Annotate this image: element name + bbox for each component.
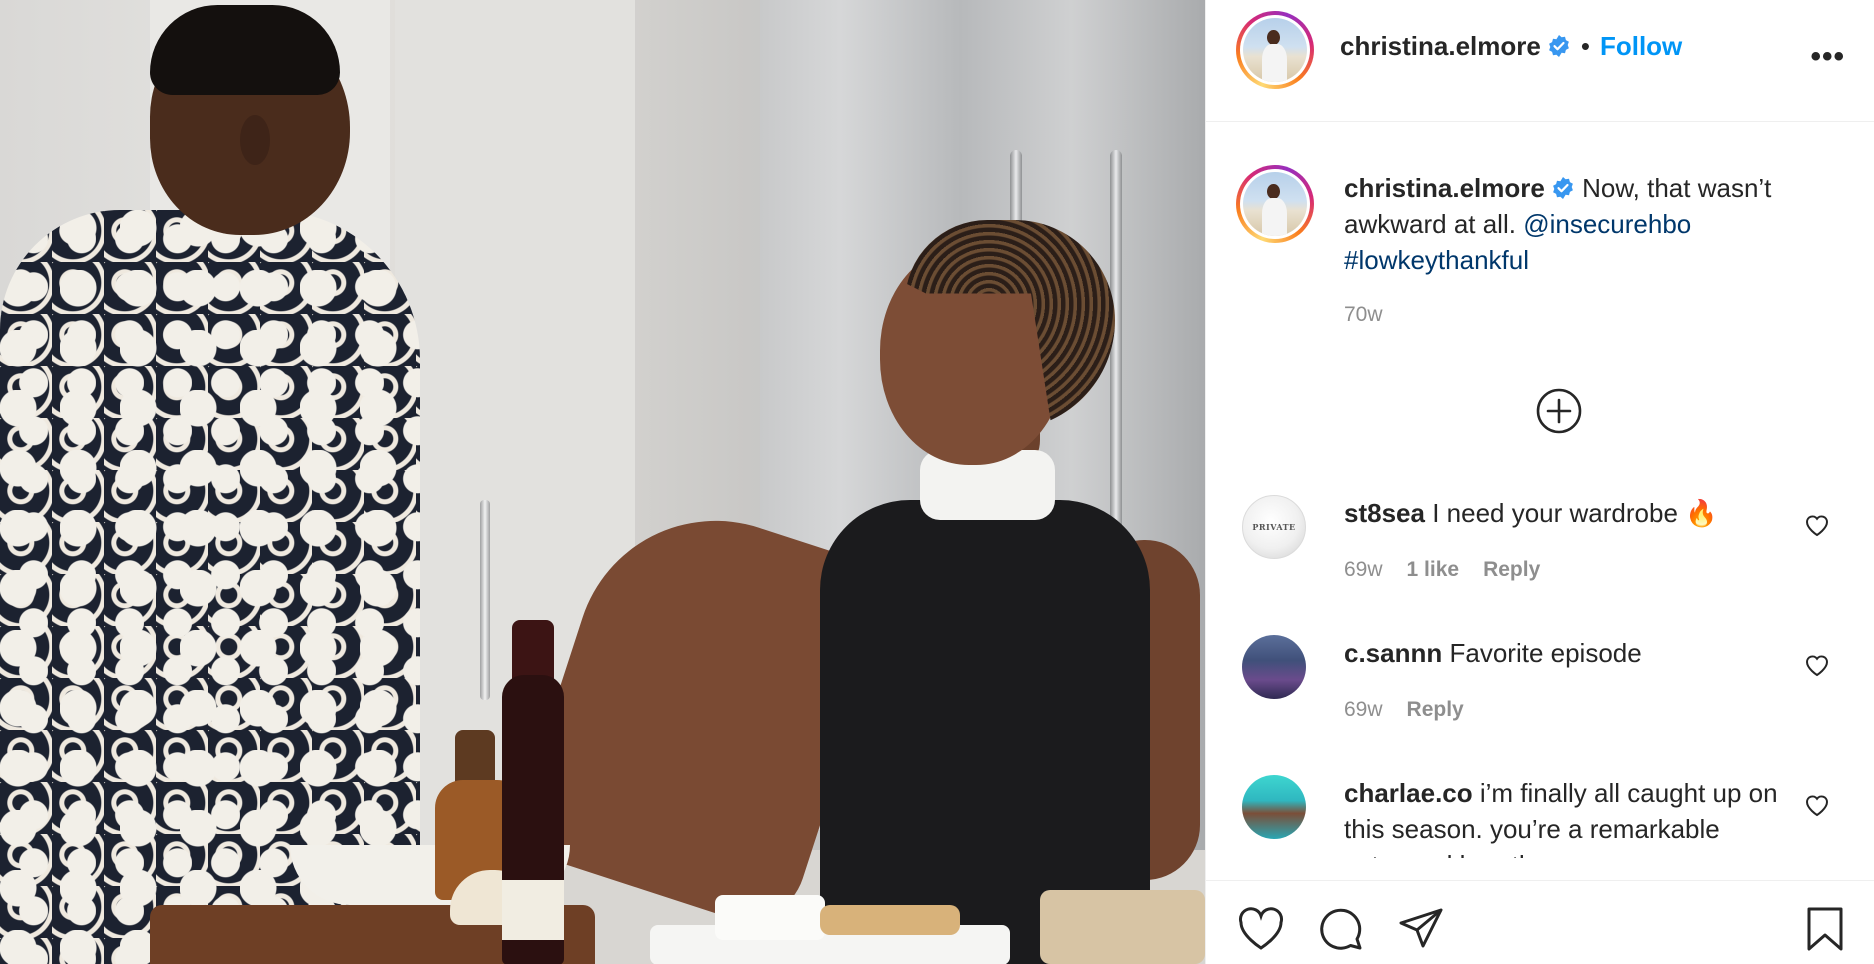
- post-action-bar: [1206, 880, 1874, 964]
- bread-basket: [1040, 890, 1205, 964]
- instagram-post: christina.elmore • Follow ••• christina.el…: [0, 0, 1874, 964]
- author-avatar[interactable]: [1236, 11, 1314, 89]
- commenter-username[interactable]: c.sannn: [1344, 638, 1442, 668]
- comment-heart-icon[interactable]: [1804, 513, 1830, 537]
- caption-mention-link[interactable]: @insecurehbo: [1523, 209, 1691, 239]
- header-separator: •: [1580, 31, 1590, 61]
- bookmark-icon[interactable]: [1800, 905, 1850, 953]
- comment-reply-button[interactable]: Reply: [1407, 698, 1464, 721]
- comment-likes-count[interactable]: 1 like: [1407, 558, 1460, 581]
- comment-bubble-icon[interactable]: [1316, 905, 1366, 953]
- comment-meta: 69w 1 like Reply: [1344, 558, 1564, 582]
- verified-badge-icon: [1548, 35, 1569, 57]
- post-photo[interactable]: [0, 0, 1205, 964]
- commenter-avatar[interactable]: [1242, 635, 1306, 699]
- comment-text-block: c.sannn Favorite episode: [1344, 635, 1784, 671]
- author-username[interactable]: christina.elmore: [1340, 31, 1541, 61]
- wine-label: [502, 880, 564, 940]
- caption-author-avatar[interactable]: [1236, 165, 1314, 243]
- comment-timestamp: 69w: [1344, 558, 1383, 581]
- comment-text-block: st8sea I need your wardrobe 🔥: [1344, 495, 1784, 531]
- comment-meta: 69w Reply: [1344, 698, 1488, 722]
- commenter-username[interactable]: st8sea: [1344, 498, 1425, 528]
- ramekin: [715, 895, 825, 940]
- post-side-panel: christina.elmore • Follow ••• christina.el…: [1205, 0, 1874, 964]
- comment-text: Favorite episode: [1449, 638, 1642, 668]
- comment-text-block: charlae.co i’m finally all caught up on …: [1344, 775, 1784, 858]
- more-options-icon[interactable]: •••: [1810, 40, 1845, 74]
- commenter-username[interactable]: charlae.co: [1344, 778, 1473, 808]
- cabinet-handle: [480, 500, 490, 700]
- comment-text: I need your wardrobe 🔥: [1432, 498, 1718, 528]
- header-author-row: christina.elmore • Follow: [1340, 31, 1682, 62]
- paper-plane-icon[interactable]: [1396, 905, 1446, 953]
- comment-reply-button[interactable]: Reply: [1483, 558, 1540, 581]
- post-header: christina.elmore • Follow •••: [1206, 0, 1874, 122]
- private-avatar-label: PRIVATE: [1252, 522, 1296, 532]
- caption-hashtag-link[interactable]: #lowkeythankful: [1344, 245, 1529, 275]
- man-hair: [150, 5, 340, 95]
- heart-icon[interactable]: [1236, 905, 1286, 953]
- comment-timestamp: 69w: [1344, 698, 1383, 721]
- plus-circle-icon[interactable]: [1535, 387, 1583, 435]
- verified-badge-icon: [1552, 177, 1573, 199]
- author-avatar-image: [1243, 18, 1307, 82]
- follow-button[interactable]: Follow: [1600, 31, 1682, 61]
- caption-timestamp: 70w: [1344, 303, 1383, 326]
- man-ear: [240, 115, 270, 165]
- bread-slices: [820, 905, 960, 935]
- comment-heart-icon[interactable]: [1804, 653, 1830, 677]
- caption-username[interactable]: christina.elmore: [1344, 173, 1545, 203]
- caption-text-block: christina.elmore Now, that wasn’t awkwar…: [1344, 170, 1844, 278]
- caption-avatar-image: [1243, 172, 1307, 236]
- commenter-avatar[interactable]: PRIVATE: [1242, 495, 1306, 559]
- comment-heart-icon[interactable]: [1804, 793, 1830, 817]
- comment-item: charlae.co i’m finally all caught up on …: [1206, 775, 1874, 858]
- commenter-avatar[interactable]: [1242, 775, 1306, 839]
